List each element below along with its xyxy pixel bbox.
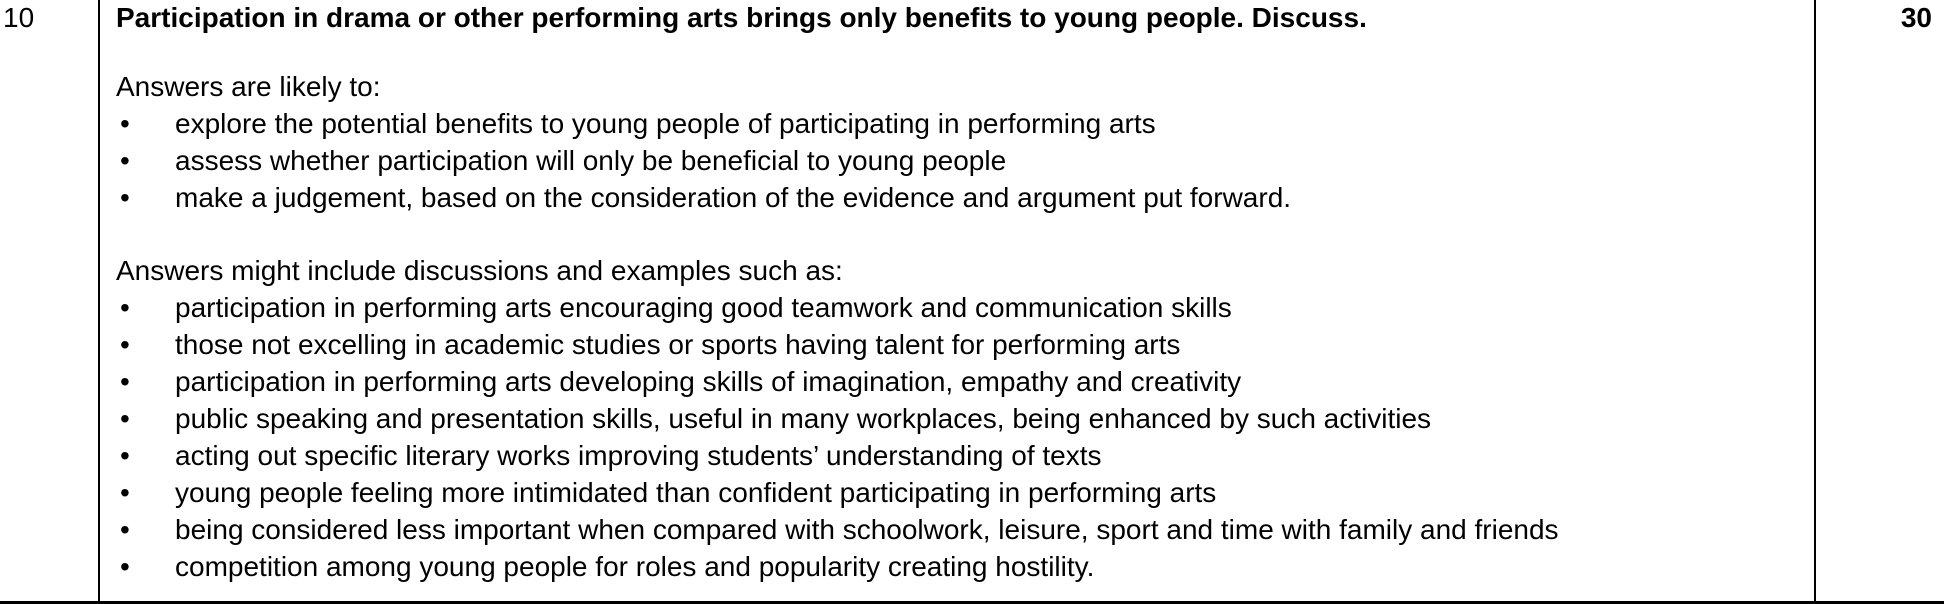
list-item: • acting out specific literary works impr… xyxy=(116,437,1559,474)
list-item-text: participation in performing arts encoura… xyxy=(175,292,1232,323)
list-item-text: public speaking and presentation skills,… xyxy=(175,403,1432,434)
list-item: • assess whether participation will only … xyxy=(116,142,1291,179)
list-item-text: explore the potential benefits to young … xyxy=(175,108,1156,139)
example-answers-intro: Answers might include discussions and ex… xyxy=(116,255,843,286)
list-item: • competition among young people for role… xyxy=(116,548,1559,585)
bullet-icon: • xyxy=(120,551,130,582)
bullet-icon: • xyxy=(120,440,130,471)
list-item-text: those not excelling in academic studies … xyxy=(175,329,1181,360)
list-item-text: young people feeling more intimidated th… xyxy=(175,477,1217,508)
list-item: • public speaking and presentation skills… xyxy=(116,400,1559,437)
likely-answers-section: Answers are likely to: • explore the pote… xyxy=(116,68,1291,216)
list-item: • being considered less important when co… xyxy=(116,511,1559,548)
question-number: 10 xyxy=(3,2,35,33)
list-item: • young people feeling more intimidated t… xyxy=(116,474,1559,511)
likely-answers-intro: Answers are likely to: xyxy=(116,71,381,102)
question-text: Participation in drama or other performi… xyxy=(116,2,1367,33)
example-answers-section: Answers might include discussions and ex… xyxy=(116,252,1559,585)
list-item: • participation in performing arts develo… xyxy=(116,363,1559,400)
bullet-icon: • xyxy=(120,182,130,213)
list-item: • make a judgement, based on the consider… xyxy=(116,179,1291,216)
list-item: • participation in performing arts encour… xyxy=(116,289,1559,326)
likely-answers-list: • explore the potential benefits to young… xyxy=(116,105,1291,216)
marks-value: 30 xyxy=(1900,2,1932,33)
mark-scheme-table: 10 Participation in drama or other perfo… xyxy=(0,0,1944,604)
list-item-text: assess whether participation will only b… xyxy=(175,145,1007,176)
answer-guidance-cell: Participation in drama or other performi… xyxy=(100,0,1816,601)
bullet-icon: • xyxy=(120,403,130,434)
bullet-icon: • xyxy=(120,514,130,545)
list-item-text: make a judgement, based on the considera… xyxy=(175,182,1292,213)
list-item-text: competition among young people for roles… xyxy=(175,551,1095,582)
bullet-icon: • xyxy=(120,329,130,360)
bullet-icon: • xyxy=(120,366,130,397)
bullet-icon: • xyxy=(120,477,130,508)
bullet-icon: • xyxy=(120,292,130,323)
list-item: • explore the potential benefits to young… xyxy=(116,105,1291,142)
marks-cell: 30 xyxy=(1816,0,1944,601)
list-item-text: participation in performing arts develop… xyxy=(175,366,1242,397)
question-number-cell: 10 xyxy=(0,0,100,601)
list-item: • those not excelling in academic studies… xyxy=(116,326,1559,363)
list-item-text: acting out specific literary works impro… xyxy=(175,440,1102,471)
list-item-text: being considered less important when com… xyxy=(175,514,1559,545)
example-answers-list: • participation in performing arts encour… xyxy=(116,289,1559,585)
bullet-icon: • xyxy=(120,145,130,176)
bullet-icon: • xyxy=(120,108,130,139)
